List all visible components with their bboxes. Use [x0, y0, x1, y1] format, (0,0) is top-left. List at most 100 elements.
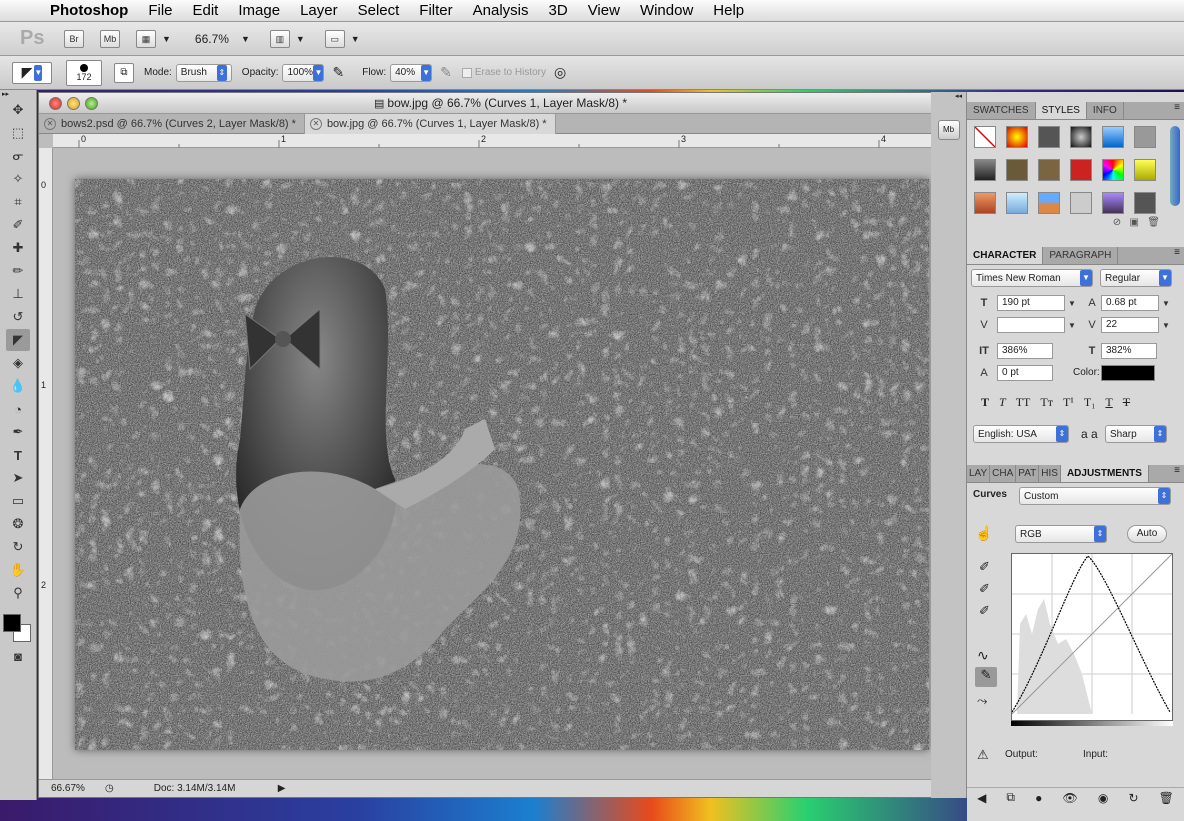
- style-swatch[interactable]: [1102, 159, 1124, 181]
- panel-collapse-icon[interactable]: ◂◂: [931, 92, 966, 100]
- paint-bucket-tool-icon[interactable]: ◈: [6, 352, 30, 374]
- close-icon[interactable]: [49, 97, 62, 110]
- channel-select[interactable]: RGB ⇕: [1015, 525, 1107, 543]
- curve-pencil-icon[interactable]: ✎: [975, 667, 997, 687]
- menu-window[interactable]: Window: [630, 2, 703, 19]
- opacity-field[interactable]: 100% ▼: [282, 63, 325, 82]
- status-info-icon[interactable]: ◷: [105, 783, 114, 794]
- tab-bows2[interactable]: ✕ bows2.psd @ 66.7% (Curves 2, Layer Mask…: [39, 114, 305, 134]
- pen-tool-icon[interactable]: ✒: [6, 421, 30, 443]
- tool-preset-picker[interactable]: ◤ ▼: [12, 61, 52, 84]
- trash-icon[interactable]: 🗑: [1147, 217, 1160, 228]
- strikethrough-icon[interactable]: T: [1123, 395, 1130, 410]
- panel-collapse-icon[interactable]: ▸▸: [0, 90, 36, 98]
- healing-brush-tool-icon[interactable]: ✚: [6, 237, 30, 259]
- style-swatch[interactable]: [1070, 126, 1092, 148]
- chevron-down-icon[interactable]: ▼: [1065, 318, 1079, 332]
- gray-point-eyedropper-icon[interactable]: ✐: [979, 581, 990, 597]
- style-swatch[interactable]: [974, 159, 996, 181]
- vertical-ruler[interactable]: 0 1 2: [39, 148, 53, 779]
- reset-icon[interactable]: ↻: [1128, 791, 1138, 805]
- vertical-scale-field[interactable]: 386%: [997, 343, 1053, 359]
- menu-file[interactable]: File: [138, 2, 182, 19]
- white-point-eyedropper-icon[interactable]: ✐: [979, 603, 990, 619]
- style-swatch[interactable]: [1102, 126, 1124, 148]
- subscript-icon[interactable]: T₁: [1084, 395, 1096, 410]
- curve-points-icon[interactable]: ∿: [977, 647, 989, 664]
- chevron-down-icon[interactable]: ▼: [1159, 318, 1173, 332]
- tab-styles[interactable]: STYLES: [1035, 102, 1087, 119]
- chevron-down-icon[interactable]: ▼: [351, 34, 360, 44]
- tab-bow[interactable]: ✕ bow.jpg @ 66.7% (Curves 1, Layer Mask/8…: [304, 114, 556, 134]
- type-tool-icon[interactable]: T: [6, 444, 30, 466]
- hand-tool-icon[interactable]: ✋: [6, 559, 30, 581]
- tablet-pressure-icon[interactable]: ◎: [554, 64, 566, 81]
- zoom-tool-icon[interactable]: ⚲: [6, 582, 30, 604]
- history-brush-tool-icon[interactable]: ↺: [6, 306, 30, 328]
- quick-selection-tool-icon[interactable]: ✧: [6, 168, 30, 190]
- blur-tool-icon[interactable]: 💧: [6, 375, 30, 397]
- brush-preset-picker[interactable]: 172: [66, 59, 102, 86]
- marquee-tool-icon[interactable]: ⬚: [6, 122, 30, 144]
- style-swatch[interactable]: [1006, 126, 1028, 148]
- new-style-icon[interactable]: ▣: [1130, 217, 1139, 228]
- tab-layers[interactable]: LAY: [967, 465, 991, 482]
- mini-bridge-icon[interactable]: Mb: [937, 120, 960, 140]
- faux-italic-icon[interactable]: T: [999, 395, 1006, 410]
- tab-adjustments[interactable]: ADJUSTMENTS: [1060, 465, 1149, 482]
- dodge-tool-icon[interactable]: ◔: [6, 398, 30, 420]
- back-arrow-icon[interactable]: ◀: [977, 791, 986, 805]
- antialias-select[interactable]: Sharp ⇕: [1105, 425, 1167, 443]
- style-swatch[interactable]: [1006, 159, 1028, 181]
- language-select[interactable]: English: USA ⇕: [973, 425, 1069, 443]
- chevron-down-icon[interactable]: ▼: [1065, 296, 1079, 310]
- crop-tool-icon[interactable]: ⌗: [6, 191, 30, 213]
- visibility-icon[interactable]: 👁: [1063, 791, 1078, 805]
- menu-view[interactable]: View: [578, 2, 630, 19]
- style-swatch[interactable]: [1070, 159, 1092, 181]
- chevron-down-icon[interactable]: ▼: [296, 34, 305, 44]
- airbrush-pressure-icon[interactable]: ✎: [332, 64, 344, 81]
- photo-canvas[interactable]: [75, 179, 929, 750]
- on-image-adjust-icon[interactable]: ☝: [975, 525, 992, 542]
- menu-app-name[interactable]: Photoshop: [40, 2, 138, 19]
- mini-bridge-button[interactable]: Mb: [100, 29, 120, 48]
- style-swatch[interactable]: [1134, 192, 1156, 214]
- previous-state-icon[interactable]: ◉: [1098, 791, 1108, 805]
- tab-swatches[interactable]: SWATCHES: [967, 102, 1036, 119]
- style-swatch[interactable]: [974, 192, 996, 214]
- chevron-down-icon[interactable]: ▼: [1159, 296, 1173, 310]
- tab-history[interactable]: HIS: [1039, 465, 1061, 482]
- bridge-button[interactable]: Br: [64, 29, 84, 48]
- menu-3d[interactable]: 3D: [539, 2, 578, 19]
- clear-style-icon[interactable]: ⊘: [1113, 217, 1121, 228]
- baseline-shift-field[interactable]: 0 pt: [997, 365, 1053, 381]
- font-family-select[interactable]: Times New Roman ▼: [971, 269, 1093, 287]
- 3d-orbit-tool-icon[interactable]: ↻: [6, 536, 30, 558]
- canvas-area[interactable]: [53, 148, 962, 779]
- styles-scrollbar[interactable]: [1170, 126, 1180, 206]
- clone-stamp-tool-icon[interactable]: ⊥: [6, 283, 30, 305]
- clipped-warning-icon[interactable]: ⚠: [977, 747, 989, 763]
- horizontal-scale-field[interactable]: 382%: [1101, 343, 1157, 359]
- view-extras-button[interactable]: ▦: [136, 29, 156, 48]
- tab-channels[interactable]: CHA: [990, 465, 1017, 482]
- panel-menu-icon[interactable]: ≡: [1174, 102, 1184, 119]
- status-zoom[interactable]: 66.67%: [39, 783, 95, 794]
- eraser-tool-icon[interactable]: ◤: [6, 329, 30, 351]
- rectangle-tool-icon[interactable]: ▭: [6, 490, 30, 512]
- faux-bold-icon[interactable]: T: [981, 395, 989, 410]
- close-tab-icon[interactable]: ✕: [44, 118, 56, 130]
- menu-edit[interactable]: Edit: [183, 2, 229, 19]
- style-swatch[interactable]: [1038, 192, 1060, 214]
- eyedropper-tool-icon[interactable]: ✐: [6, 214, 30, 236]
- smooth-curve-icon[interactable]: ⤳: [977, 693, 987, 709]
- move-tool-icon[interactable]: ✥: [6, 99, 30, 121]
- black-point-eyedropper-icon[interactable]: ✐: [979, 559, 990, 575]
- quick-mask-icon[interactable]: ◙: [6, 645, 30, 667]
- tab-paths[interactable]: PAT: [1016, 465, 1040, 482]
- kerning-field[interactable]: [997, 317, 1065, 333]
- horizontal-ruler[interactable]: 0 1 2 3 4: [53, 134, 962, 148]
- tab-character[interactable]: CHARACTER: [967, 247, 1044, 264]
- expanded-view-icon[interactable]: ⧉: [1006, 790, 1015, 805]
